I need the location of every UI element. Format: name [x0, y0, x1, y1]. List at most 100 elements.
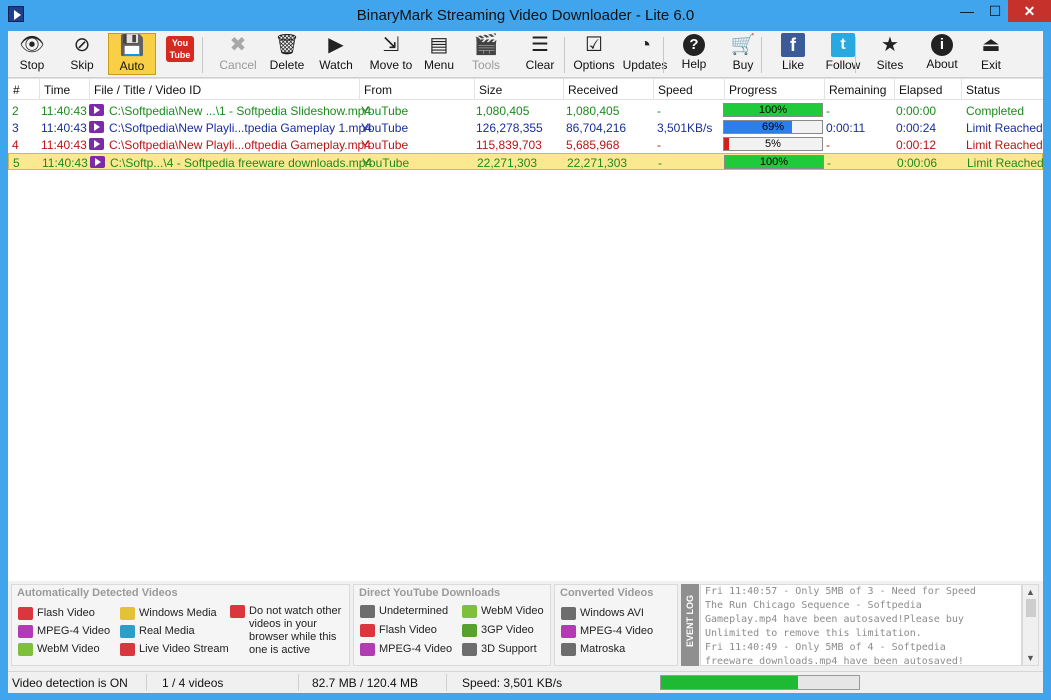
cell-received: 22,271,303 — [567, 156, 628, 170]
column-header-8[interactable]: Remaining — [829, 83, 886, 97]
like-button[interactable]: f Like — [773, 33, 813, 75]
menu-button[interactable]: ▤ Menu — [419, 33, 459, 75]
cell-size: 1,080,405 — [476, 104, 530, 118]
clear-button[interactable]: ☰ Clear — [518, 33, 562, 75]
skip-button[interactable]: ⊘ Skip — [60, 33, 104, 75]
video-play-icon[interactable] — [90, 156, 105, 168]
column-header-1[interactable]: Time — [44, 83, 70, 97]
table-row[interactable]: 4 11:40:43 C:\Softpedia\New Playli...oftpe… — [8, 136, 1043, 153]
table-row[interactable]: 3 11:40:43 C:\Softpedia\New Playli...tpedi… — [8, 119, 1043, 136]
event-log-line: freeware downloads.mp4 have been autosav… — [705, 656, 964, 666]
cell-file: C:\Softp...\4 - Softpedia freeware downl… — [110, 156, 373, 170]
star-icon: ★ — [881, 34, 899, 56]
auto-detected-title: Automatically Detected Videos — [17, 587, 178, 599]
delete-button[interactable]: 🗑 Delete — [264, 33, 310, 75]
main-toolbar: 👁 Stop ⊘ Skip 💾 Auto You Tube ✖ Cancel 🗑 Delete ▶ Wa… — [8, 31, 1043, 78]
options-button[interactable]: ☑ Options — [569, 33, 619, 75]
cell-from: YouTube — [361, 121, 409, 135]
info-icon: i — [931, 34, 953, 56]
legend-label: Windows Media — [139, 607, 217, 619]
delete-label: Delete — [269, 58, 305, 72]
maximize-button[interactable]: ☐ — [982, 0, 1008, 22]
event-log-tab[interactable]: EVENT LOG — [681, 584, 699, 666]
cross-icon: ✖ — [229, 34, 247, 56]
video-play-icon[interactable] — [89, 121, 104, 133]
row-progress-bar: 100% — [723, 103, 823, 117]
video-type-icon — [561, 607, 576, 620]
exit-button[interactable]: ⏏ Exit — [969, 33, 1013, 75]
column-header-4[interactable]: Size — [479, 83, 502, 97]
video-type-icon — [120, 625, 135, 638]
cell-remaining: 0:00:11 — [826, 121, 866, 135]
event-log[interactable]: Fri 11:40:57 - Only 5MB of 3 - Need for … — [700, 584, 1022, 666]
video-count: 1 / 4 videos — [162, 676, 224, 690]
downloads-grid[interactable]: # Time File / Title / Video ID From Size Rece… — [8, 78, 1044, 581]
cell-file: C:\Softpedia\New ...\1 - Softpedia Slide… — [109, 104, 372, 118]
auto-detected-panel: Automatically Detected Videos Flash Vide… — [11, 584, 350, 666]
auto-button[interactable]: 💾 Auto — [108, 33, 156, 75]
trash-icon: 🗑 — [274, 34, 300, 56]
cancel-button[interactable]: ✖ Cancel — [216, 33, 260, 75]
eye-icon: 👁 — [19, 34, 45, 56]
video-type-icon — [360, 624, 375, 637]
clear-label: Clear — [525, 58, 555, 72]
watch-button[interactable]: ▶ Watch — [313, 33, 359, 75]
minimize-button[interactable]: — — [952, 0, 982, 22]
updates-button[interactable]: ◔ Updates — [621, 33, 669, 75]
cell-remaining: - — [826, 104, 830, 118]
column-header-7[interactable]: Progress — [729, 83, 777, 97]
video-play-icon[interactable] — [89, 104, 104, 116]
cell-elapsed: 0:00:00 — [896, 104, 937, 118]
column-header-2[interactable]: File / Title / Video ID — [94, 83, 201, 97]
window-title: BinaryMark Streaming Video Downloader - … — [356, 7, 695, 24]
event-log-scrollbar[interactable]: ▲ ▼ — [1022, 584, 1039, 666]
moveto-button[interactable]: ⇲ Move to — [362, 33, 420, 75]
column-header-3[interactable]: From — [364, 83, 392, 97]
floppy-icon: 💾 — [119, 35, 145, 57]
cell-time: 11:40:43 — [41, 104, 87, 118]
overall-progress-bar — [660, 675, 860, 690]
column-header-0[interactable]: # — [13, 83, 20, 97]
toolbar-separator — [663, 37, 664, 73]
close-button[interactable]: ✕ — [1008, 0, 1051, 22]
table-row[interactable]: 5 11:40:43 C:\Softp...\4 - Softpedia freew… — [8, 153, 1044, 170]
tools-label: Tools — [471, 58, 500, 72]
watch-label: Watch — [319, 58, 353, 72]
row-progress-bar: 5% — [723, 137, 823, 151]
cell-status: Limit Reached — [967, 156, 1044, 170]
youtube-button[interactable]: You Tube — [161, 33, 199, 75]
cell-status: Limit Reached — [966, 138, 1043, 152]
help-button[interactable]: ? Help — [673, 33, 715, 75]
column-header-9[interactable]: Elapsed — [899, 83, 942, 97]
about-button[interactable]: i About — [919, 33, 965, 75]
help-label: Help — [681, 57, 707, 71]
direct-youtube-title: Direct YouTube Downloads — [359, 587, 501, 599]
cell-time: 11:40:43 — [41, 138, 87, 152]
column-header-6[interactable]: Speed — [658, 83, 693, 97]
column-header-10[interactable]: Status — [966, 83, 1000, 97]
cell-speed: - — [657, 104, 661, 118]
scroll-down-icon[interactable]: ▼ — [1026, 653, 1035, 663]
status-bar: Video detection is ON 1 / 4 videos 82.7 … — [8, 671, 1043, 693]
scroll-up-icon[interactable]: ▲ — [1026, 587, 1035, 597]
sites-button[interactable]: ★ Sites — [868, 33, 912, 75]
video-type-icon — [360, 605, 375, 618]
legend-label: MPEG-4 Video — [580, 625, 654, 637]
scroll-thumb[interactable] — [1026, 599, 1036, 617]
cell-from: YouTube — [361, 138, 409, 152]
table-row[interactable]: 2 11:40:43 C:\Softpedia\New ...\1 - Softpe… — [8, 102, 1043, 119]
converted-videos-panel: Converted Videos Windows AVI MPEG-4 Video… — [554, 584, 678, 666]
stop-button[interactable]: 👁 Stop — [12, 33, 52, 75]
buy-button[interactable]: 🛒 Buy — [721, 33, 765, 75]
about-label: About — [926, 57, 958, 71]
column-header-5[interactable]: Received — [568, 83, 618, 97]
total-size: 82.7 MB / 120.4 MB — [312, 676, 419, 690]
follow-button[interactable]: t Follow — [818, 33, 868, 75]
moveto-label: Move to — [369, 58, 413, 72]
cell-file: C:\Softpedia\New Playli...tpedia Gamepla… — [109, 121, 372, 135]
legend-label: Flash Video — [37, 607, 95, 619]
tools-button[interactable]: 🎬 Tools — [465, 33, 507, 75]
video-play-icon[interactable] — [89, 138, 104, 150]
question-icon: ? — [683, 34, 705, 56]
video-type-icon — [360, 643, 375, 656]
